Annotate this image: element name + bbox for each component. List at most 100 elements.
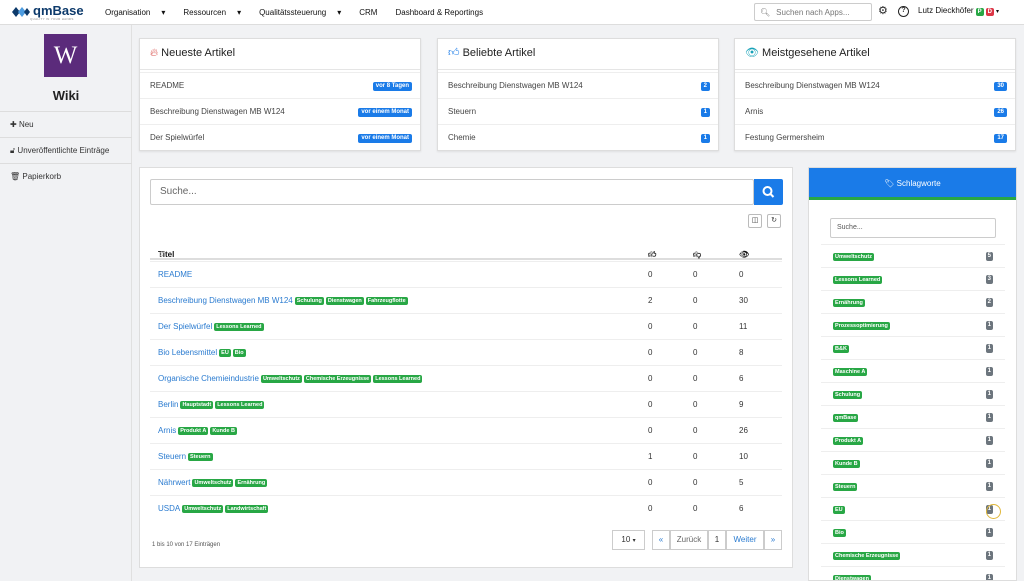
sidebar-item-unpublished[interactable]: 🔓︎ Unveröffentlichte Einträge — [0, 137, 132, 162]
article-title: Beschreibung Dienstwagen MB W124 — [158, 296, 293, 305]
plus-icon: ✚ — [10, 120, 17, 129]
article-link[interactable]: Beschreibung Dienstwagen MB W124 2 — [438, 72, 718, 98]
likes-badge: 2 — [700, 82, 710, 91]
tag-list-item[interactable]: Lessons Learned 3 — [821, 267, 1005, 290]
tag-badge[interactable]: Lessons Learned — [373, 375, 423, 383]
article-title: Berlin — [158, 400, 179, 409]
tag-list-item[interactable]: B&K 1 — [821, 336, 1005, 359]
tag-badge[interactable]: Chemische Erzeugnisse — [303, 375, 372, 383]
nav-menu-1[interactable]: Ressourcen ▾ — [183, 8, 250, 17]
columns-toggle-button[interactable]: ◫ — [748, 214, 762, 228]
tag-list-item[interactable]: Maschine A 1 — [821, 359, 1005, 382]
tag-badge: B&K — [833, 345, 849, 353]
articles-table-card: Suche... ◫ ↻ Titel ⇕ 👍︎ ⇕ 👎︎ ⇕ 👁︎ ⇕ READ… — [139, 167, 793, 568]
cell-views: 10 — [739, 452, 748, 461]
article-link[interactable]: Berlin Hauptstadt Lessons Learned — [158, 400, 265, 409]
nav-menu-2[interactable]: Qualitätssteuerung ▾ — [259, 8, 350, 17]
article-link[interactable]: README vor 8 Tagen — [140, 72, 420, 98]
nav-menu-0[interactable]: Organisation ▾ — [105, 8, 174, 17]
article-link[interactable]: Beschreibung Dienstwagen MB W124 30 — [735, 72, 1015, 98]
article-link[interactable]: Bio Lebensmittel EU Bio — [158, 348, 246, 357]
tag-list-item[interactable]: Bio 1 — [821, 520, 1005, 543]
tag-count-badge: 1 — [985, 413, 993, 422]
tag-list-item[interactable]: Ernährung 2 — [821, 290, 1005, 313]
cell-up: 0 — [648, 478, 653, 487]
pagination-last[interactable]: » — [764, 530, 782, 550]
tag-badge: Dienstwagen — [833, 575, 871, 581]
tag-list-item[interactable]: Chemische Erzeugnisse 1 — [821, 543, 1005, 566]
user-menu[interactable]: Lutz Dieckhöfer P D ▾ — [918, 6, 999, 16]
pagination-next[interactable]: Weiter — [726, 530, 764, 550]
help-icon[interactable]: ? — [898, 5, 909, 17]
tag-badge[interactable]: Lessons Learned — [214, 323, 264, 331]
tag-badge[interactable]: Steuern — [188, 453, 213, 461]
article-link[interactable]: Steuern Steuern — [158, 452, 213, 461]
article-link[interactable]: Arnis Produkt A Kunde B — [158, 426, 237, 435]
app-search-input[interactable]: 🔍︎ Suchen nach Apps... — [754, 3, 872, 21]
article-link[interactable]: Der Spielwürfel vor einem Monat — [140, 124, 420, 150]
date-badge: vor 8 Tagen — [372, 82, 412, 91]
article-link[interactable]: Beschreibung Dienstwagen MB W124 Schulung… — [158, 296, 408, 305]
article-link[interactable]: Der Spielwürfel Lessons Learned — [158, 322, 264, 331]
trash-icon: 🗑︎ — [10, 172, 21, 181]
tag-badge[interactable]: Dienstwagen — [325, 297, 364, 305]
sidebar-item-trash[interactable]: 🗑︎ Papierkorb — [0, 163, 132, 188]
article-link[interactable]: Chemie 1 — [438, 124, 718, 150]
tag-list-item[interactable]: Kunde B 1 — [821, 451, 1005, 474]
article-link[interactable]: USDA Umweltschutz Landwirtschaft — [158, 504, 269, 513]
tag-badge[interactable]: Umweltschutz — [192, 479, 234, 487]
tag-search-input[interactable]: Suche... — [830, 218, 996, 238]
qmbase-logo[interactable]: qmBase QUALITY IN YOUR HANDS — [10, 4, 98, 21]
tag-list-item[interactable]: Schulung 1 — [821, 382, 1005, 405]
tag-list-item[interactable]: EU 1 — [821, 497, 1005, 520]
article-link[interactable]: Arnis 26 — [735, 98, 1015, 124]
tag-badge[interactable]: Bio — [232, 349, 246, 357]
tag-badge[interactable]: Kunde B — [210, 427, 237, 435]
article-link[interactable]: Beschreibung Dienstwagen MB W124 vor eine… — [140, 98, 420, 124]
cell-up: 0 — [648, 504, 653, 513]
page-size-select[interactable]: 10 ▾ — [612, 530, 645, 550]
tag-count-badge: 2 — [985, 298, 993, 307]
tag-badge[interactable]: Ernährung — [235, 479, 268, 487]
article-title: Chemie — [448, 133, 476, 142]
pagination-prev[interactable]: Zurück — [670, 530, 708, 550]
tag-badge[interactable]: Produkt A — [178, 427, 209, 435]
tag-badge[interactable]: Schulung — [294, 297, 324, 305]
article-link[interactable]: Festung Germersheim 17 — [735, 124, 1015, 150]
tag-list-item[interactable]: Produkt A 1 — [821, 428, 1005, 451]
tag-badge[interactable]: Umweltschutz — [260, 375, 302, 383]
article-link[interactable]: Organische Chemieindustrie Umweltschutz Ch… — [158, 374, 423, 383]
article-title: Arnis — [745, 107, 764, 116]
refresh-button[interactable]: ↻ — [767, 214, 781, 228]
tag-badge[interactable]: EU — [219, 349, 231, 357]
article-link[interactable]: Steuern 1 — [438, 98, 718, 124]
tag-badge[interactable]: Umweltschutz — [182, 505, 224, 513]
cell-views: 6 — [739, 504, 744, 513]
article-title: Arnis — [158, 426, 177, 435]
gear-icon[interactable]: ⚙ — [878, 5, 890, 17]
tag-list-item[interactable]: Dienstwagen 1 — [821, 566, 1005, 581]
pagination-first[interactable]: « — [652, 530, 670, 550]
tag-badge[interactable]: Lessons Learned — [215, 401, 265, 409]
article-search-input[interactable]: Suche... — [150, 179, 754, 205]
tag-count-badge: 1 — [985, 459, 993, 468]
tag-list-item[interactable]: Steuern 1 — [821, 474, 1005, 497]
tag-list-item[interactable]: Prozessoptimierung 1 — [821, 313, 1005, 336]
chevron-down-icon: ▾ — [237, 7, 242, 17]
tag-list-item[interactable]: Umweltschutz 5 — [821, 244, 1005, 267]
nav-menu-4[interactable]: Dashboard & Reportings — [395, 8, 492, 17]
sidebar-item-neu[interactable]: ✚ Neu — [0, 111, 132, 136]
tag-list-item[interactable]: qmBase 1 — [821, 405, 1005, 428]
search-button[interactable] — [754, 179, 783, 205]
tag-badge[interactable]: Hauptstadt — [180, 401, 214, 409]
tag-badge[interactable]: Landwirtschaft — [225, 505, 269, 513]
nav-menu-3[interactable]: CRM — [359, 8, 386, 17]
article-link[interactable]: Nährwert Umweltschutz Ernährung — [158, 478, 268, 487]
tag-badge: Schulung — [833, 391, 863, 399]
tag-count-badge: 1 — [985, 551, 993, 560]
tag-badge[interactable]: Fahrzeugflotte — [365, 297, 408, 305]
article-link[interactable]: README — [158, 270, 192, 279]
pagination-page-1[interactable]: 1 — [708, 530, 726, 550]
table-row: Der Spielwürfel Lessons Learned 0 0 11 — [150, 313, 782, 339]
unlock-icon: 🔓︎ — [10, 146, 16, 155]
